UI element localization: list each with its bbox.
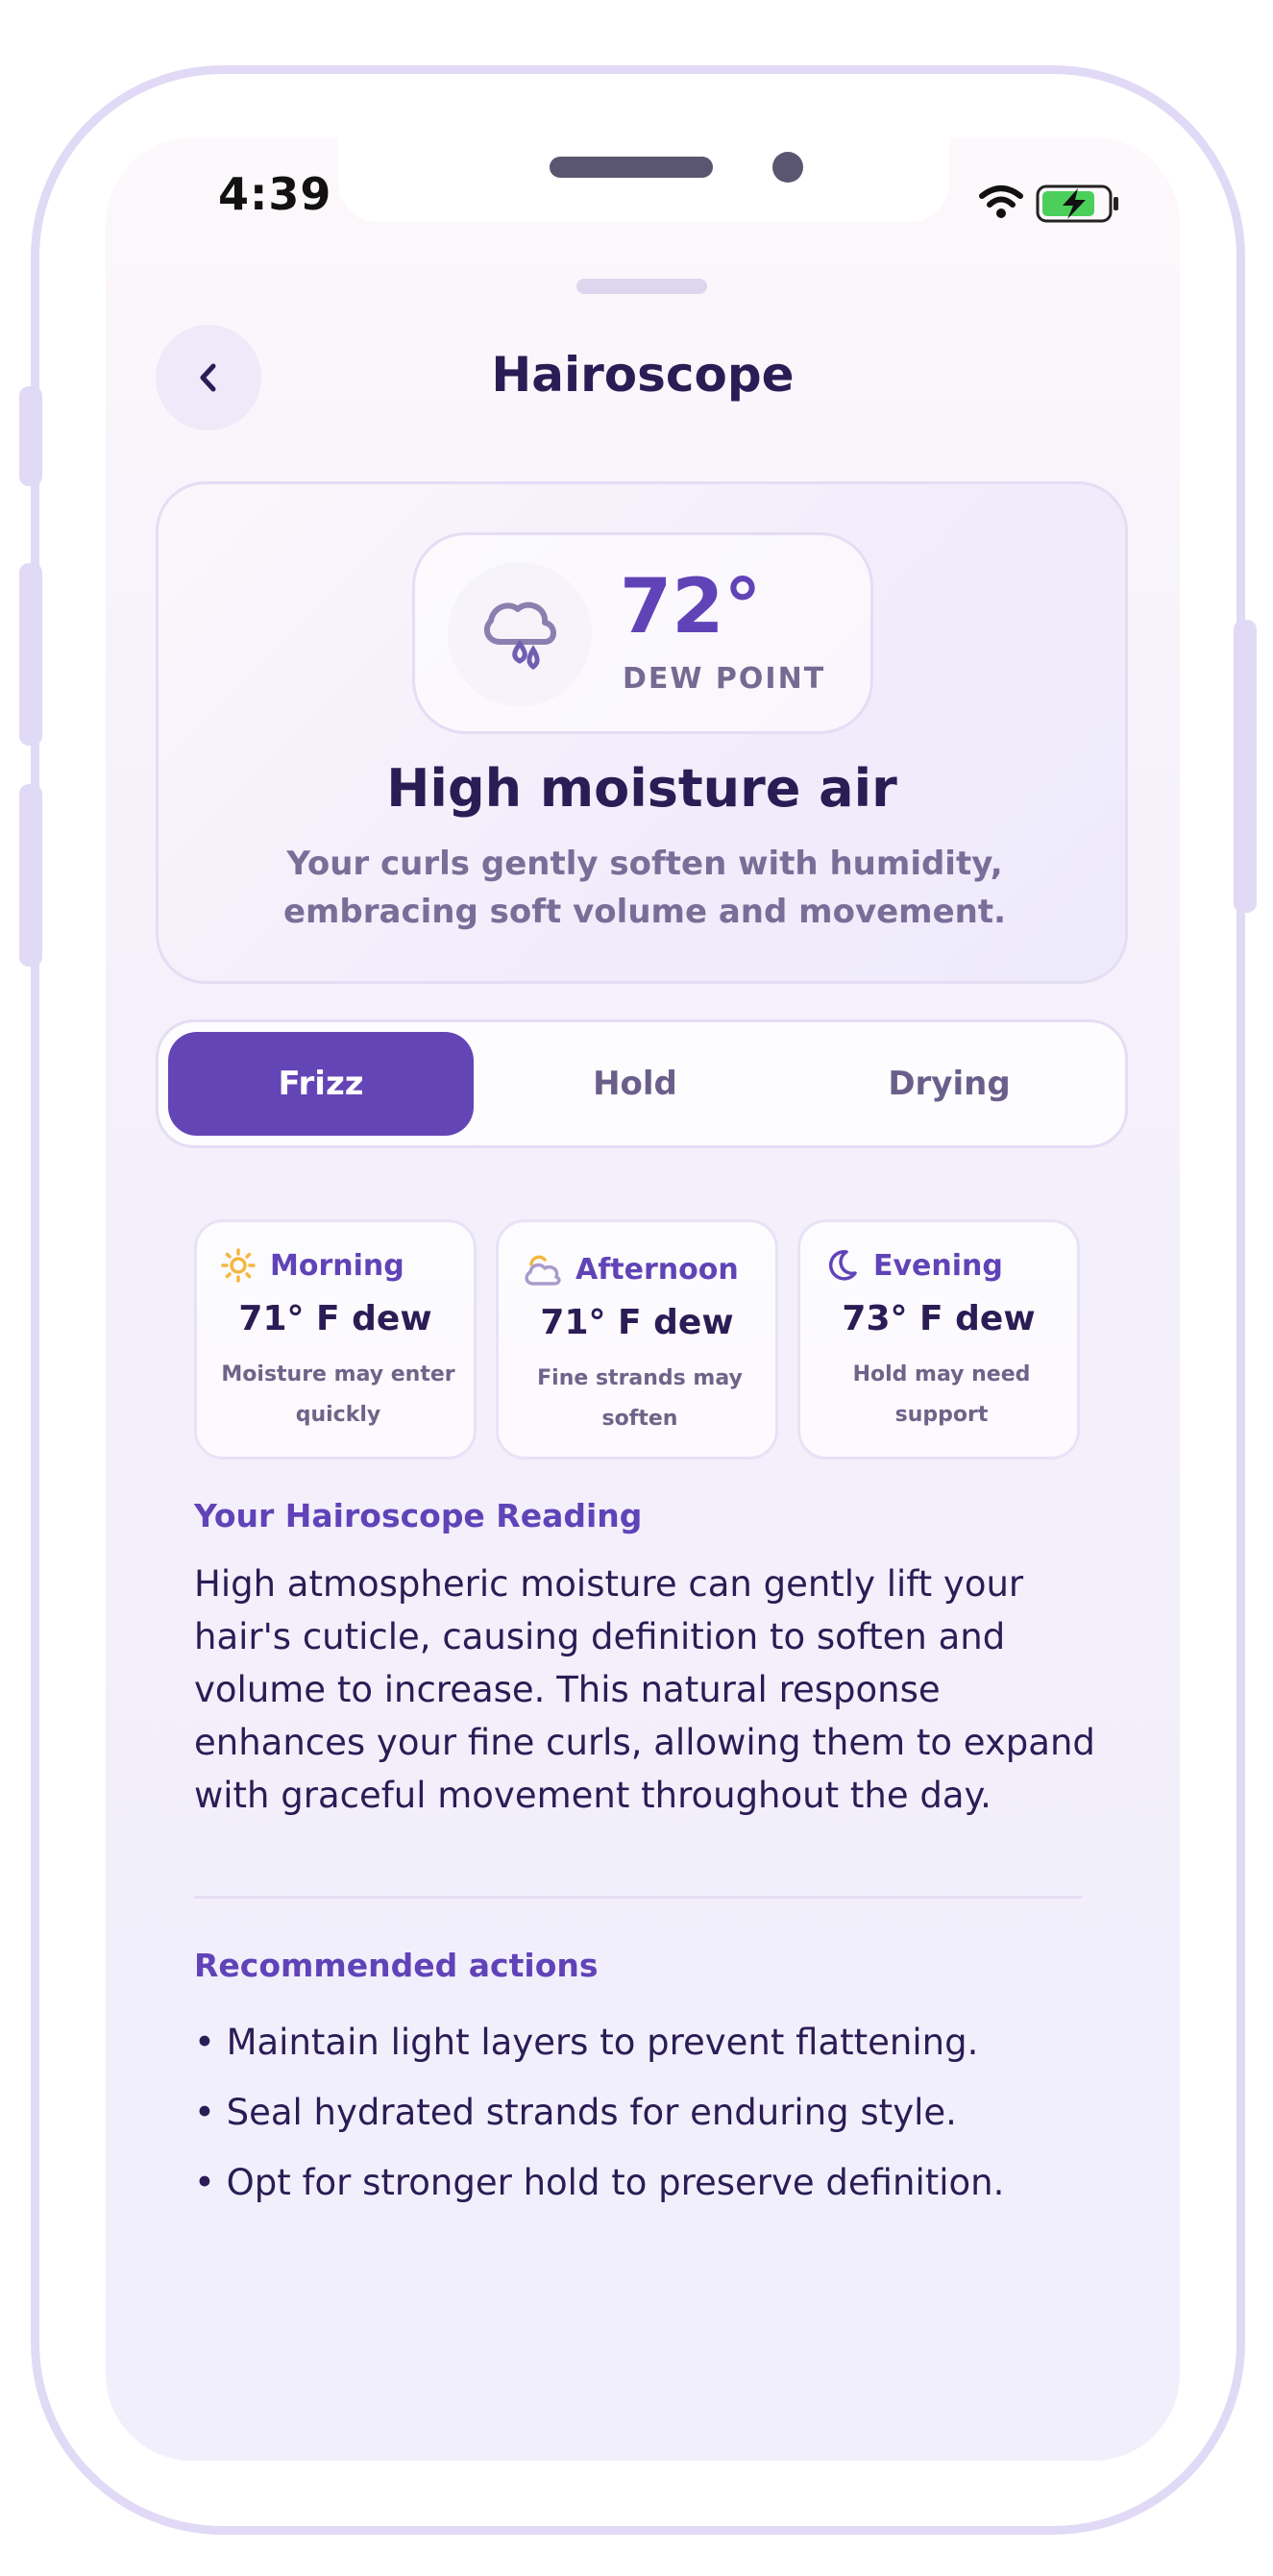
forecast-period: Evening xyxy=(873,1248,1003,1283)
forecast-card-header: Morning xyxy=(220,1247,404,1284)
moon-icon xyxy=(828,1250,857,1281)
tab-drying[interactable]: Drying xyxy=(796,1032,1102,1136)
side-button-mute xyxy=(19,386,42,486)
front-camera xyxy=(772,152,803,183)
list-item: • Maintain light layers to prevent flatt… xyxy=(194,2022,979,2063)
forecast-card-header: Evening xyxy=(823,1247,1003,1284)
sheet-grabber[interactable] xyxy=(576,279,707,294)
partly-cloudy-icon xyxy=(525,1255,561,1286)
forecast-card-evening: Evening 73° F dew Hold may need support xyxy=(797,1219,1080,1460)
segmented-control: Frizz Hold Drying xyxy=(156,1019,1128,1148)
forecast-value: 71° F dew xyxy=(540,1303,734,1342)
dew-point-value: 72° xyxy=(620,564,762,650)
tab-hold[interactable]: Hold xyxy=(482,1032,788,1136)
forecast-value: 71° F dew xyxy=(238,1299,432,1338)
actions-list: • Maintain light layers to prevent flatt… xyxy=(194,2016,1097,2226)
status-icons xyxy=(979,184,1118,223)
status-time: 4:39 xyxy=(218,168,332,220)
forecast-card-header: Afternoon xyxy=(522,1251,739,1288)
page-title: Hairoscope xyxy=(491,347,795,403)
forecast-card-morning: Morning 71° F dew Moisture may enter qui… xyxy=(194,1219,477,1460)
notch xyxy=(338,137,949,222)
speaker-grille xyxy=(550,157,713,178)
forecast-note: Hold may need support xyxy=(852,1362,1031,1427)
section-divider xyxy=(194,1896,1082,1899)
phone-screen: 4:39 Hairoscope 72° DEW POINT High moist… xyxy=(106,137,1180,2461)
sun-icon xyxy=(221,1248,256,1283)
forecast-period: Afternoon xyxy=(575,1252,739,1287)
cloud-rain-icon-wrapper xyxy=(448,562,592,706)
forecast-value: 73° F dew xyxy=(842,1299,1036,1338)
dew-point-summary-card: 72° DEW POINT High moisture air Your cur… xyxy=(156,481,1128,984)
reading-body: High atmospheric moisture can gently lif… xyxy=(194,1563,1095,1816)
condition-headline: High moisture air xyxy=(386,758,897,819)
cloud-rain-icon xyxy=(483,601,556,671)
side-button-volume-down xyxy=(19,784,42,967)
dew-point-chip: 72° DEW POINT xyxy=(412,532,873,734)
forecast-card-afternoon: Afternoon 71° F dew Fine strands may sof… xyxy=(496,1219,778,1460)
forecast-period: Morning xyxy=(270,1248,404,1283)
forecast-cards: Morning 71° F dew Moisture may enter qui… xyxy=(194,1219,1097,1460)
wifi-icon xyxy=(979,185,1023,218)
forecast-note: Fine strands may soften xyxy=(537,1366,743,1431)
reading-title: Your Hairoscope Reading xyxy=(194,1497,643,1534)
list-item: • Seal hydrated strands for enduring sty… xyxy=(194,2092,957,2133)
list-item: • Opt for stronger hold to preserve defi… xyxy=(194,2162,1005,2203)
forecast-note: Moisture may enter quickly xyxy=(221,1362,455,1427)
side-button-power xyxy=(1234,620,1257,913)
side-button-volume-up xyxy=(19,563,42,746)
dew-point-label: DEW POINT xyxy=(623,662,826,696)
tab-frizz[interactable]: Frizz xyxy=(168,1032,474,1136)
battery-icon xyxy=(1036,184,1118,223)
condition-description: Your curls gently soften with humidity, … xyxy=(282,845,1007,931)
actions-title: Recommended actions xyxy=(194,1947,599,1984)
